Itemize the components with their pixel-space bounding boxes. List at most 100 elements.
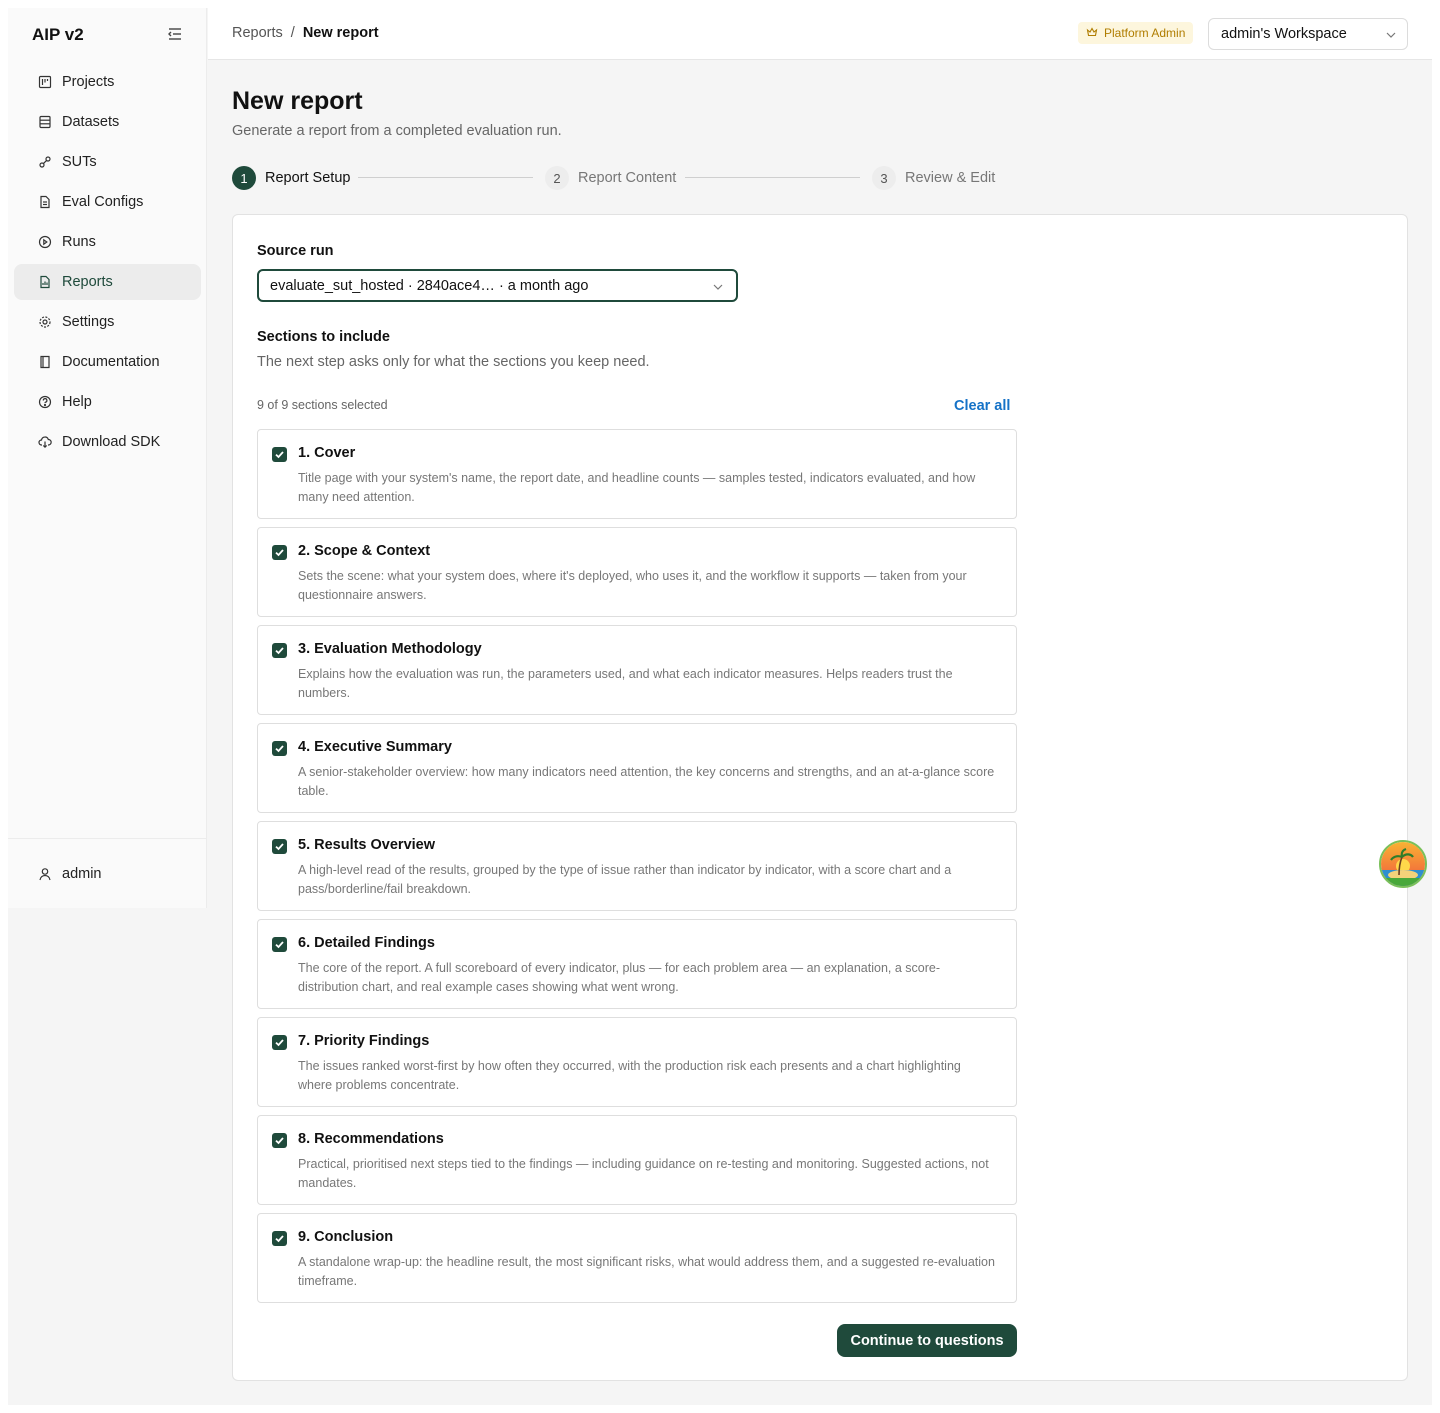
user-icon (38, 867, 52, 881)
user-name: admin (62, 866, 102, 882)
app-frame: AIP v2 Projects Datasets SUTs Eval Confi… (8, 8, 1432, 1405)
sections-label: Sections to include (257, 329, 390, 345)
sidebar-item-suts[interactable]: SUTs (14, 144, 201, 180)
workspace-select[interactable]: admin's Workspace (1208, 18, 1408, 50)
sidebar-item-eval-configs[interactable]: Eval Configs (14, 184, 201, 220)
user-menu[interactable]: admin (8, 839, 207, 909)
section-title: 4. Executive Summary (298, 739, 452, 755)
chevron-down-icon (1385, 29, 1397, 45)
sidebar-item-label: Help (62, 394, 92, 410)
section-checkbox[interactable] (272, 643, 287, 658)
page-subtitle: Generate a report from a completed evalu… (232, 123, 562, 139)
section-card-executive-summary[interactable]: 4. Executive Summary A senior-stakeholde… (257, 723, 1017, 813)
projects-icon (38, 75, 52, 89)
sidebar-nav: Projects Datasets SUTs Eval Configs Runs… (14, 64, 201, 464)
breadcrumb-separator: / (290, 25, 295, 41)
workspace-select-value: admin's Workspace (1221, 26, 1347, 42)
suts-icon (38, 155, 52, 169)
sidebar-item-label: Documentation (62, 354, 160, 370)
datasets-icon (38, 115, 52, 129)
sidebar-item-help[interactable]: Help (14, 384, 201, 420)
section-checkbox[interactable] (272, 545, 287, 560)
sidebar: AIP v2 Projects Datasets SUTs Eval Confi… (8, 8, 207, 908)
topbar: Reports / New report Platform Admin admi… (208, 8, 1432, 60)
sidebar-item-download-sdk[interactable]: Download SDK (14, 424, 201, 460)
section-description: A senior-stakeholder overview: how many … (298, 765, 995, 798)
sidebar-item-datasets[interactable]: Datasets (14, 104, 201, 140)
section-card-priority-findings[interactable]: 7. Priority Findings The issues ranked w… (257, 1017, 1017, 1107)
role-badge: Platform Admin (1078, 22, 1194, 44)
sidebar-item-label: Reports (62, 274, 113, 290)
source-run-select[interactable]: evaluate_sut_hosted · 2840ace4… · a mont… (257, 269, 738, 302)
step-label: Report Content (578, 170, 677, 186)
step-review-edit[interactable]: 3 Review & Edit (872, 166, 995, 190)
section-card-detailed-findings[interactable]: 6. Detailed Findings The core of the rep… (257, 919, 1017, 1009)
section-checkbox[interactable] (272, 1231, 287, 1246)
step-report-setup[interactable]: 1 Report Setup (232, 166, 350, 190)
sidebar-item-label: Projects (62, 74, 115, 90)
step-number: 2 (545, 166, 569, 190)
sidebar-collapse-icon[interactable] (166, 25, 184, 43)
sidebar-item-settings[interactable]: Settings (14, 304, 201, 340)
section-description: A standalone wrap-up: the headline resul… (298, 1255, 995, 1288)
continue-button[interactable]: Continue to questions (837, 1324, 1017, 1357)
section-title: 5. Results Overview (298, 837, 436, 853)
page-title: New report (232, 87, 363, 115)
section-description: Sets the scene: what your system does, w… (298, 569, 967, 602)
section-description: The issues ranked worst-first by how oft… (298, 1059, 961, 1092)
book-icon (38, 355, 52, 369)
step-report-content[interactable]: 2 Report Content (545, 166, 676, 190)
section-card-results-overview[interactable]: 5. Results Overview A high-level read of… (257, 821, 1017, 911)
section-title: 2. Scope & Context (298, 543, 431, 559)
section-card-recommendations[interactable]: 8. Recommendations Practical, prioritise… (257, 1115, 1017, 1205)
section-title: 6. Detailed Findings (298, 935, 435, 951)
crown-icon (1086, 26, 1098, 41)
clear-all-link[interactable]: Clear all (954, 398, 1010, 414)
sidebar-item-runs[interactable]: Runs (14, 224, 201, 260)
file-icon (38, 195, 52, 209)
section-card-cover[interactable]: 1. Cover Title page with your system's n… (257, 429, 1017, 519)
section-checkbox[interactable] (272, 937, 287, 952)
sidebar-item-reports[interactable]: Reports (14, 264, 201, 300)
section-title: 3. Evaluation Methodology (298, 641, 482, 657)
sidebar-item-label: Settings (62, 314, 115, 330)
sections-helper: The next step asks only for what the sec… (257, 354, 650, 370)
section-title: 1. Cover (298, 445, 356, 461)
section-card-scope[interactable]: 2. Scope & Context Sets the scene: what … (257, 527, 1017, 617)
section-checkbox[interactable] (272, 447, 287, 462)
section-title: 8. Recommendations (298, 1131, 444, 1147)
report-setup-card: Source run evaluate_sut_hosted · 2840ace… (232, 214, 1408, 1381)
breadcrumb-reports[interactable]: Reports (232, 25, 283, 41)
sidebar-item-label: Runs (62, 234, 96, 250)
section-title: 9. Conclusion (298, 1229, 394, 1245)
sidebar-item-documentation[interactable]: Documentation (14, 344, 201, 380)
app-brand: AIP v2 (32, 25, 84, 44)
gear-icon (38, 315, 52, 329)
sidebar-item-label: Datasets (62, 114, 120, 130)
breadcrumb: Reports / New report (232, 25, 379, 41)
section-description: Title page with your system's name, the … (298, 471, 976, 504)
assistant-avatar-icon[interactable] (1379, 840, 1427, 888)
breadcrumb-current: New report (302, 25, 379, 41)
step-connector (685, 177, 860, 178)
sections-count: 9 of 9 sections selected (257, 398, 388, 412)
role-badge-label: Platform Admin (1104, 26, 1186, 40)
section-description: The core of the report. A full scoreboar… (298, 961, 941, 994)
step-number: 1 (232, 166, 256, 190)
sections-list: 1. Cover Title page with your system's n… (257, 429, 1017, 1311)
sidebar-footer: admin (8, 838, 207, 909)
sidebar-item-projects[interactable]: Projects (14, 64, 201, 100)
section-card-methodology[interactable]: 3. Evaluation Methodology Explains how t… (257, 625, 1017, 715)
section-title: 7. Priority Findings (298, 1033, 430, 1049)
stepper: 1 Report Setup 2 Report Content 3 Review… (232, 166, 1012, 190)
section-checkbox[interactable] (272, 839, 287, 854)
report-icon (38, 275, 52, 289)
cloud-download-icon (38, 435, 52, 449)
section-checkbox[interactable] (272, 1133, 287, 1148)
step-label: Report Setup (265, 170, 351, 186)
section-checkbox[interactable] (272, 1035, 287, 1050)
section-checkbox[interactable] (272, 741, 287, 756)
help-icon (38, 395, 52, 409)
source-run-value: evaluate_sut_hosted · 2840ace4… · a mont… (270, 277, 589, 294)
section-card-conclusion[interactable]: 9. Conclusion A standalone wrap-up: the … (257, 1213, 1017, 1303)
